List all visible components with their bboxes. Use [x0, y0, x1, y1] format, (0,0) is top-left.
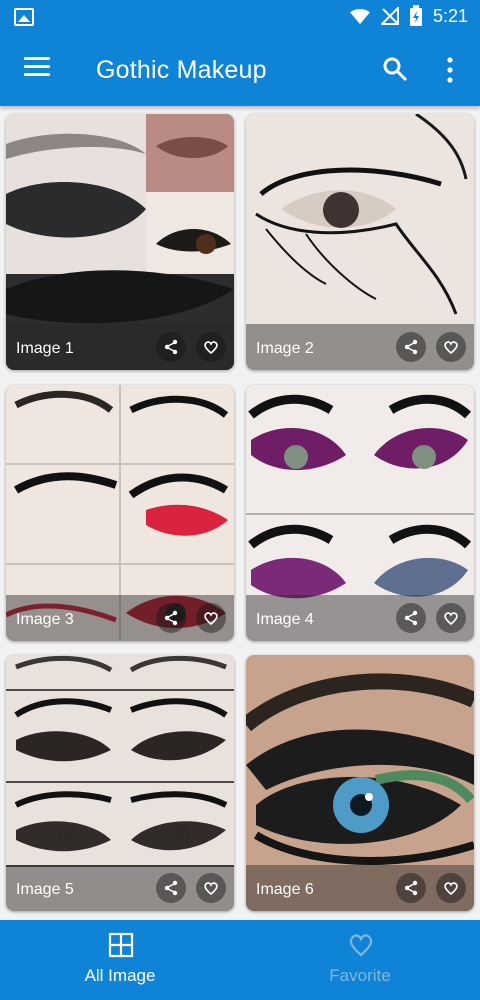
heart-icon	[444, 882, 458, 896]
share-button[interactable]	[396, 332, 426, 362]
image-card[interactable]: Image 2	[246, 114, 474, 370]
favorite-button[interactable]	[436, 873, 466, 903]
share-icon	[164, 880, 178, 896]
battery-charging-icon	[409, 5, 422, 26]
status-bar: 5:21	[0, 0, 480, 34]
image-card[interactable]: Image 5	[6, 655, 234, 911]
share-button[interactable]	[396, 603, 426, 633]
app-bar: Gothic Makeup	[0, 34, 480, 106]
tab-all-image-label: All Image	[84, 966, 156, 985]
image-card[interactable]: Image 1	[6, 114, 234, 370]
status-icons: 5:21	[349, 5, 468, 27]
tab-favorite[interactable]: Favorite	[240, 920, 480, 1000]
menu-icon[interactable]	[24, 57, 50, 79]
share-icon	[164, 610, 178, 626]
heart-icon	[444, 612, 458, 626]
search-icon[interactable]	[382, 56, 408, 82]
image-card[interactable]: Image 4	[246, 385, 474, 641]
bottom-navigation: All Image Favorite	[0, 920, 480, 1000]
share-button[interactable]	[156, 603, 186, 633]
image-label: Image 5	[16, 881, 74, 898]
heart-icon	[444, 341, 458, 355]
status-time: 5:21	[432, 5, 468, 26]
heart-icon	[204, 882, 218, 896]
favorite-button[interactable]	[196, 603, 226, 633]
tab-favorite-label: Favorite	[329, 966, 391, 985]
page-title: Gothic Makeup	[96, 56, 267, 84]
share-button[interactable]	[396, 873, 426, 903]
image-label: Image 4	[256, 611, 314, 628]
image-card[interactable]: Image 3	[6, 385, 234, 641]
signal-off-icon	[380, 7, 399, 25]
heart-icon	[349, 934, 373, 957]
image-card[interactable]: Image 6	[246, 655, 474, 911]
share-icon	[164, 339, 178, 355]
share-icon	[404, 880, 418, 896]
wifi-icon	[350, 9, 370, 25]
share-button[interactable]	[156, 332, 186, 362]
share-icon	[404, 339, 418, 355]
favorite-button[interactable]	[196, 873, 226, 903]
image-label: Image 6	[256, 881, 314, 898]
share-icon	[404, 610, 418, 626]
tab-all-image[interactable]: All Image	[0, 920, 240, 1000]
favorite-button[interactable]	[436, 332, 466, 362]
favorite-button[interactable]	[436, 603, 466, 633]
more-vertical-icon[interactable]	[446, 57, 454, 83]
image-label: Image 2	[256, 340, 314, 357]
image-icon	[14, 8, 34, 26]
image-label: Image 3	[16, 611, 74, 628]
share-button[interactable]	[156, 873, 186, 903]
image-label: Image 1	[16, 340, 74, 357]
heart-icon	[204, 341, 218, 355]
heart-icon	[204, 612, 218, 626]
grid-icon	[108, 932, 134, 958]
favorite-button[interactable]	[196, 332, 226, 362]
